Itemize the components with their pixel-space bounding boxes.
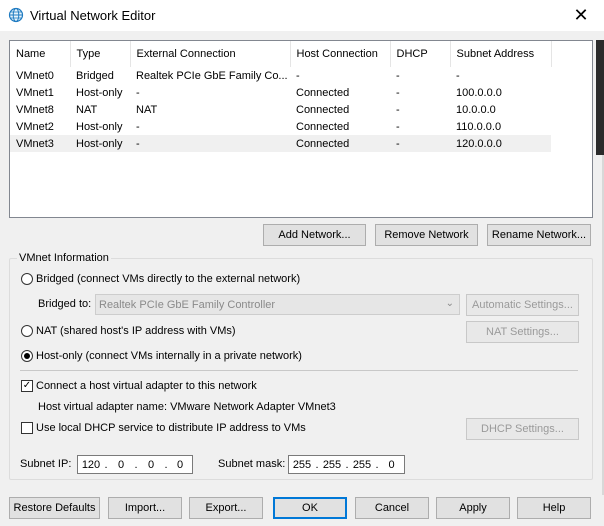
ip-octet: 255 (352, 458, 372, 471)
cell-type: Bridged (76, 69, 114, 82)
cancel-button[interactable]: Cancel (355, 497, 429, 519)
automatic-settings-button[interactable]: Automatic Settings... (466, 294, 579, 316)
ip-octet: 0 (388, 458, 395, 471)
cell-dhcp: - (396, 103, 400, 116)
column-header-dhcp[interactable]: DHCP (390, 41, 451, 67)
subnet-mask-field[interactable]: 255. 255. 255. 0 (288, 455, 405, 474)
cell-type: Host-only (76, 86, 123, 99)
column-header-subnet-address[interactable]: Subnet Address (450, 41, 552, 67)
background-window-edge (596, 40, 604, 155)
dhcp-checkbox[interactable]: Use local DHCP service to distribute IP … (21, 422, 306, 434)
cell-dhcp: - (396, 120, 400, 133)
cell-type: Host-only (76, 120, 123, 133)
remove-network-button[interactable]: Remove Network (375, 224, 478, 246)
column-header-type[interactable]: Type (70, 41, 131, 67)
bridged-to-label: Bridged to: (38, 298, 92, 310)
cell-subnet: - (456, 69, 460, 82)
cell-external: - (130, 135, 290, 152)
cell-name: VMnet3 (10, 135, 70, 152)
ip-octet: 0 (176, 458, 184, 471)
cell-external: Realtek PCIe GbE Family Co... (136, 69, 288, 82)
bridged-to-dropdown[interactable]: Realtek PCIe GbE Family Controller ⌄ (95, 294, 460, 315)
export-button[interactable]: Export... (189, 497, 263, 519)
cell-type: NAT (76, 103, 98, 116)
vmnet-info-label: VMnet Information (17, 252, 111, 264)
table-row[interactable]: VMnet8 NAT NAT Connected - 10.0.0.0 (10, 101, 551, 118)
radio-circle (21, 273, 33, 285)
nat-radio[interactable]: NAT (shared host's IP address with VMs) (21, 325, 236, 337)
subnet-ip-label: Subnet IP: (20, 458, 72, 470)
network-list[interactable]: Name Type External Connection Host Conne… (9, 40, 593, 218)
cell-host: Connected (290, 135, 390, 152)
list-header: Name Type External Connection Host Conne… (10, 41, 552, 67)
cell-name: VMnet8 (16, 103, 54, 116)
connect-adapter-checkbox[interactable]: ✓ Connect a host virtual adapter to this… (21, 380, 257, 392)
cell-dhcp: - (390, 135, 450, 152)
cell-name: VMnet2 (16, 120, 54, 133)
vmnet-info-group (9, 258, 593, 480)
cell-subnet: 10.0.0.0 (456, 103, 496, 116)
network-globe-icon (8, 7, 24, 23)
chevron-down-icon: ⌄ (445, 298, 454, 309)
cell-subnet: 100.0.0.0 (456, 86, 502, 99)
cell-type: Host-only (70, 135, 130, 152)
connect-adapter-label: Connect a host virtual adapter to this n… (36, 380, 257, 392)
restore-defaults-button[interactable]: Restore Defaults (9, 497, 100, 519)
cell-external: - (136, 86, 140, 99)
window-title: Virtual Network Editor (30, 8, 156, 23)
apply-button[interactable]: Apply (436, 497, 510, 519)
subnet-ip-field[interactable]: 120. 0. 0. 0 (77, 455, 193, 474)
column-header-name[interactable]: Name (10, 41, 71, 67)
radio-circle (21, 325, 33, 337)
nat-settings-button[interactable]: NAT Settings... (466, 321, 579, 343)
bridged-radio-label: Bridged (connect VMs directly to the ext… (36, 273, 301, 285)
subnet-mask-label: Subnet mask: (218, 458, 286, 470)
radio-circle-selected (21, 350, 33, 362)
cell-host: Connected (296, 86, 350, 99)
table-row[interactable]: VMnet0 Bridged Realtek PCIe GbE Family C… (10, 67, 551, 84)
table-row-selected[interactable]: VMnet3 Host-only - Connected - 120.0.0.0 (10, 135, 551, 152)
cell-dhcp: - (396, 69, 400, 82)
ip-octet: 0 (147, 458, 155, 471)
rename-network-button[interactable]: Rename Network... (487, 224, 591, 246)
cell-external: - (136, 120, 140, 133)
cell-subnet: 120.0.0.0 (450, 135, 551, 152)
bridged-radio[interactable]: Bridged (connect VMs directly to the ext… (21, 273, 300, 285)
column-header-external-connection[interactable]: External Connection (130, 41, 291, 67)
separator (20, 370, 578, 371)
table-row[interactable]: VMnet1 Host-only - Connected - 100.0.0.0 (10, 84, 551, 101)
ip-octet: 120 (81, 458, 101, 471)
cell-host: Connected (296, 120, 350, 133)
dhcp-settings-button[interactable]: DHCP Settings... (466, 418, 579, 440)
checkbox-checked-icon: ✓ (21, 380, 33, 392)
title-bar: Virtual Network Editor ✕ (0, 0, 604, 31)
close-icon[interactable]: ✕ (558, 0, 604, 31)
ok-button[interactable]: OK (273, 497, 347, 519)
nat-radio-label: NAT (shared host's IP address with VMs) (36, 325, 236, 337)
ip-octet: 255 (292, 458, 312, 471)
cell-dhcp: - (396, 86, 400, 99)
bridged-to-value: Realtek PCIe GbE Family Controller (99, 298, 276, 311)
cell-host: - (296, 69, 300, 82)
host-only-radio[interactable]: Host-only (connect VMs internally in a p… (21, 350, 302, 362)
help-button[interactable]: Help (517, 497, 591, 519)
cell-subnet: 110.0.0.0 (456, 120, 502, 133)
cell-name: VMnet0 (16, 69, 54, 82)
ip-octet: 0 (117, 458, 125, 471)
cell-host: Connected (296, 103, 350, 116)
adapter-name-label: Host virtual adapter name: VMware Networ… (38, 401, 336, 413)
import-button[interactable]: Import... (108, 497, 182, 519)
table-row[interactable]: VMnet2 Host-only - Connected - 110.0.0.0 (10, 118, 551, 135)
dhcp-label: Use local DHCP service to distribute IP … (36, 422, 306, 434)
add-network-button[interactable]: Add Network... (263, 224, 366, 246)
host-only-radio-label: Host-only (connect VMs internally in a p… (36, 350, 302, 362)
cell-name: VMnet1 (16, 86, 54, 99)
column-header-host-connection[interactable]: Host Connection (290, 41, 391, 67)
ip-octet: 255 (322, 458, 342, 471)
cell-external: NAT (136, 103, 158, 116)
checkbox-icon (21, 422, 33, 434)
